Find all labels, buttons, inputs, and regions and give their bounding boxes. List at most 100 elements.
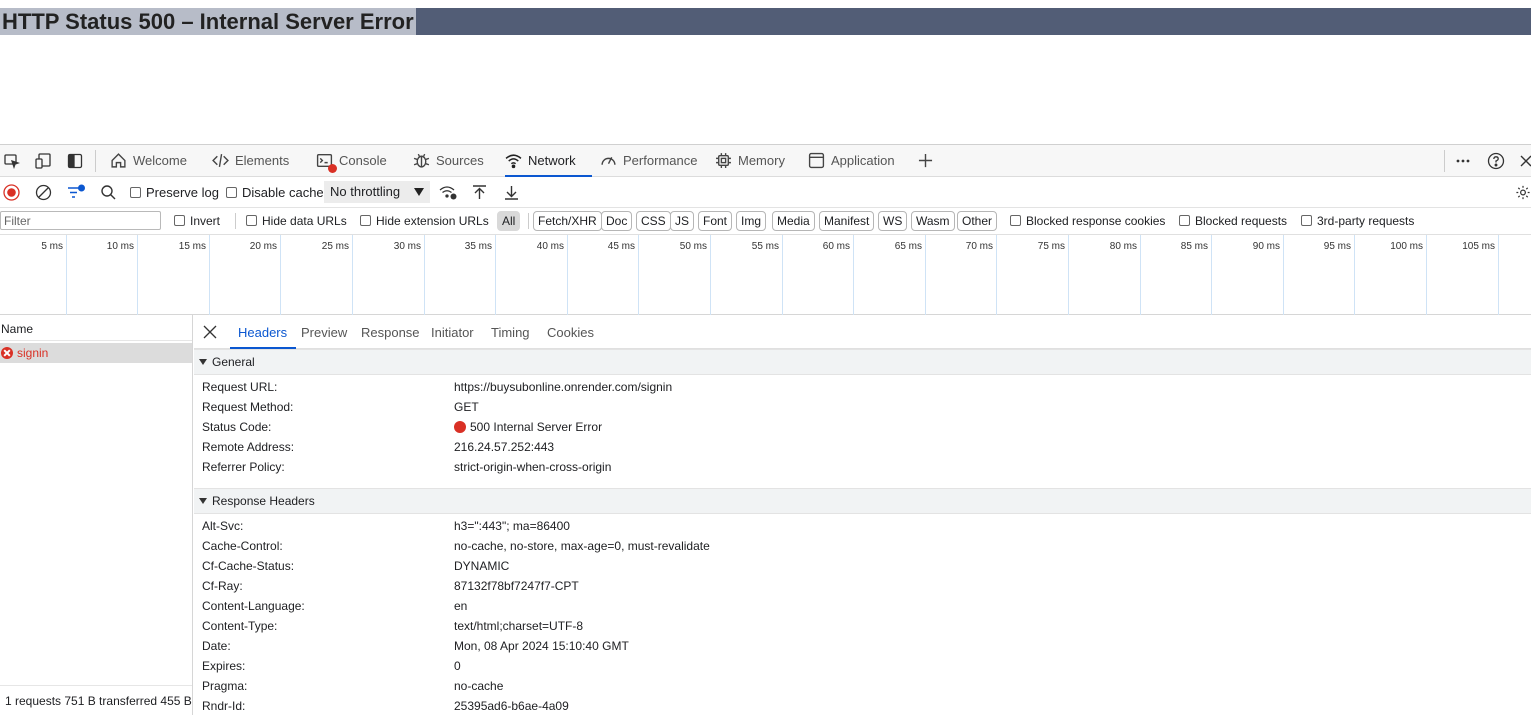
- timeline-tick-label: 80 ms: [1109, 241, 1137, 252]
- throttling-select[interactable]: No throttling: [324, 181, 430, 203]
- close-details-icon[interactable]: [203, 325, 217, 339]
- tab-performance[interactable]: Performance: [600, 145, 697, 176]
- filter-type-img[interactable]: Img: [736, 211, 767, 231]
- import-har-icon[interactable]: [471, 184, 488, 201]
- name-column-header[interactable]: Name: [0, 315, 192, 341]
- inspect-element-icon[interactable]: [4, 153, 20, 169]
- header-value: 500 Internal Server Error: [470, 420, 603, 434]
- disable-cache-checkbox[interactable]: Disable cache: [226, 185, 324, 200]
- header-key: Alt-Svc:: [202, 519, 244, 533]
- timeline-gridline: [495, 235, 496, 315]
- response-header-row: Cache-Control: no-cache, no-store, max-ag…: [202, 536, 710, 556]
- tab-console[interactable]: Console: [316, 145, 387, 176]
- tab-welcome[interactable]: Welcome: [110, 145, 187, 176]
- blocked-requests-checkbox[interactable]: Blocked requests: [1179, 214, 1287, 228]
- timeline-tick-label: 50 ms: [679, 241, 707, 252]
- network-toolbar: Preserve log Disable cache No throttling: [0, 177, 1531, 208]
- dock-side-icon[interactable]: [67, 153, 83, 169]
- tab-label: Performance: [623, 153, 698, 168]
- filter-type-media[interactable]: Media: [772, 211, 815, 231]
- header-key: Content-Language:: [202, 599, 305, 613]
- separator: [528, 213, 529, 229]
- tab-timing[interactable]: Timing: [491, 315, 530, 348]
- code-icon: [212, 154, 229, 167]
- timeline-tick-label: 25 ms: [321, 241, 349, 252]
- filter-type-doc[interactable]: Doc: [601, 211, 633, 231]
- stop-recording-icon[interactable]: [3, 184, 20, 201]
- preserve-log-checkbox[interactable]: Preserve log: [130, 185, 219, 200]
- hide-data-urls-checkbox[interactable]: Hide data URLs: [246, 214, 347, 228]
- tab-network[interactable]: Network: [505, 145, 592, 177]
- filter-input[interactable]: [0, 211, 161, 230]
- tab-memory[interactable]: Memory: [715, 145, 785, 176]
- header-value: 216.24.57.252:443: [454, 440, 555, 454]
- tab-initiator[interactable]: Initiator: [431, 315, 474, 348]
- bug-icon: [413, 153, 430, 168]
- blocked-response-cookies-checkbox[interactable]: Blocked response cookies: [1010, 214, 1165, 228]
- header-key: Cf-Cache-Status:: [202, 559, 295, 573]
- header-value: h3=":443"; ma=86400: [454, 519, 570, 533]
- third-party-requests-checkbox[interactable]: 3rd-party requests: [1301, 214, 1414, 228]
- tab-elements[interactable]: Elements: [212, 145, 289, 176]
- general-row: Request URL: https://buysubonline.onrende…: [202, 377, 672, 397]
- network-settings-gear-icon[interactable]: [1515, 184, 1531, 201]
- device-toolbar-icon[interactable]: [35, 153, 51, 169]
- export-har-icon[interactable]: [503, 184, 520, 201]
- general-row: Remote Address: 216.24.57.252:443: [202, 437, 554, 457]
- filter-type-fetch-xhr[interactable]: Fetch/XHR: [533, 211, 602, 231]
- add-tab-icon[interactable]: [918, 153, 933, 168]
- general-row: Request Method: GET: [202, 397, 479, 417]
- tab-headers[interactable]: Headers: [229, 315, 297, 349]
- general-section-header[interactable]: General: [194, 349, 1531, 375]
- hide-extension-urls-checkbox[interactable]: Hide extension URLs: [360, 214, 489, 228]
- chip-icon: [716, 153, 731, 168]
- filter-type-css[interactable]: CSS: [636, 211, 671, 231]
- invert-label: Invert: [190, 214, 221, 228]
- header-key: Status Code:: [202, 420, 272, 434]
- tab-preview[interactable]: Preview: [301, 315, 347, 348]
- timeline-gridline: [1211, 235, 1212, 315]
- console-icon: [316, 152, 337, 173]
- header-key: Content-Type:: [202, 619, 278, 633]
- third-party-requests-label: 3rd-party requests: [1317, 214, 1415, 228]
- header-value: text/html;charset=UTF-8: [454, 619, 584, 633]
- tab-sources[interactable]: Sources: [413, 145, 484, 176]
- header-value: https://buysubonline.onrender.com/signin: [454, 380, 673, 394]
- header-value: strict-origin-when-cross-origin: [454, 460, 612, 474]
- timeline-gridline: [137, 235, 138, 315]
- window-icon: [808, 152, 825, 169]
- help-icon[interactable]: [1487, 152, 1505, 170]
- response-headers-section-header[interactable]: Response Headers: [194, 488, 1531, 514]
- network-conditions-icon[interactable]: [439, 184, 458, 201]
- tab-cookies[interactable]: Cookies: [547, 315, 594, 348]
- timeline-gridline: [782, 235, 783, 315]
- request-row[interactable]: signin: [0, 343, 192, 363]
- throttling-value: No throttling: [330, 184, 401, 199]
- filter-type-ws[interactable]: WS: [878, 211, 908, 231]
- timeline-tick-label: 90 ms: [1252, 241, 1280, 252]
- tab-response[interactable]: Response: [361, 315, 420, 348]
- header-key: Request Method:: [202, 400, 294, 414]
- filter-type-all[interactable]: All: [497, 211, 521, 231]
- clear-icon[interactable]: [35, 184, 52, 201]
- filter-icon[interactable]: [67, 184, 86, 201]
- filter-type-wasm[interactable]: Wasm: [911, 211, 955, 231]
- close-devtools-icon[interactable]: [1519, 153, 1531, 169]
- more-options-icon[interactable]: [1455, 153, 1471, 169]
- filter-type-js[interactable]: JS: [670, 211, 695, 231]
- timeline-tick-label: 20 ms: [249, 241, 277, 252]
- filter-type-font[interactable]: Font: [698, 211, 733, 231]
- blocked-requests-label: Blocked requests: [1195, 214, 1288, 228]
- filter-type-manifest[interactable]: Manifest: [819, 211, 875, 231]
- header-key: Rndr-Id:: [202, 699, 246, 713]
- filter-type-other[interactable]: Other: [957, 211, 998, 231]
- tab-application[interactable]: Application: [808, 145, 895, 176]
- header-value: 25395ad6-b6ae-4a09: [454, 699, 569, 713]
- timeline-overview[interactable]: 5 ms 10 ms 15 ms 20 ms 25 ms 30 ms 35 ms 40 ms 4…: [0, 234, 1531, 315]
- filter-row: Invert Hide data URLs Hide extension URL…: [0, 208, 1531, 234]
- header-key: Request URL:: [202, 380, 278, 394]
- header-value: GET: [454, 400, 479, 414]
- chevron-down-icon: [414, 188, 424, 196]
- search-icon[interactable]: [100, 184, 117, 201]
- invert-checkbox[interactable]: Invert: [174, 214, 220, 228]
